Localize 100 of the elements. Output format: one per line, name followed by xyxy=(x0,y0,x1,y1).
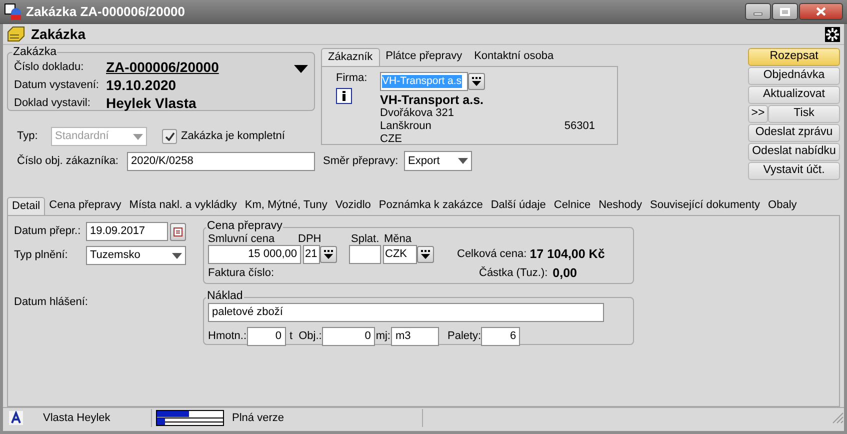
field-label: Datum hlášení: xyxy=(14,296,89,310)
caret-icon xyxy=(133,134,143,140)
action-button[interactable]: Rozepsat xyxy=(748,48,840,66)
maximize-button[interactable] xyxy=(772,3,798,20)
resize-grip-icon xyxy=(832,412,844,424)
tab[interactable]: Celnice xyxy=(550,197,595,214)
weight-field[interactable]: 0 xyxy=(246,326,286,346)
action-button[interactable]: Objednávka xyxy=(748,67,840,86)
field-label: Číslo dokladu: xyxy=(14,61,85,74)
field-label: Palety: xyxy=(447,330,482,343)
field-label: Firma: xyxy=(336,72,368,84)
action-button[interactable]: Odeslat nabídku xyxy=(748,143,840,162)
action-button[interactable]: Odeslat zprávu xyxy=(748,124,840,142)
document-number-link[interactable]: ZA-000006/20000 xyxy=(106,59,219,76)
tab[interactable]: Další údaje xyxy=(486,197,550,214)
action-button[interactable]: Tisk xyxy=(768,105,840,124)
complete-checkbox[interactable] xyxy=(162,129,177,144)
country: CZE xyxy=(380,133,403,146)
price-field[interactable]: 15 000,00 xyxy=(208,244,301,264)
postal-code: 56301 xyxy=(564,120,595,134)
field-label: Typ plnění: xyxy=(14,249,69,262)
status-icon xyxy=(9,411,23,426)
tab[interactable]: Detail xyxy=(7,197,46,216)
field-label: Obj.: xyxy=(298,330,322,343)
direction-select[interactable]: Export xyxy=(404,151,472,172)
group-legend: Cena přepravy xyxy=(206,221,284,233)
tab[interactable]: Kontaktní osoba xyxy=(468,48,560,66)
action-button[interactable]: Aktualizovat xyxy=(748,86,840,104)
field-label: Číslo obj. zákazníka: xyxy=(17,155,120,168)
tab[interactable]: Obaly xyxy=(764,197,801,214)
folder-icon xyxy=(7,26,25,42)
tab[interactable]: Km, Mýtné, Tuny xyxy=(240,197,332,214)
action-button[interactable]: Vystavit účt. xyxy=(748,162,840,180)
field-label: Typ: xyxy=(17,130,39,144)
check-icon xyxy=(164,132,174,142)
field-value: Heylek Vlasta xyxy=(106,95,196,112)
pallets-field[interactable]: 6 xyxy=(481,326,520,346)
tab[interactable]: Plátce přepravy xyxy=(380,48,468,66)
field-label: Smluvní cena xyxy=(208,232,276,245)
date-field[interactable]: 19.09.2017 xyxy=(86,222,168,242)
tab[interactable]: Vozidlo xyxy=(331,197,375,214)
field-label: Celková cena: xyxy=(457,248,527,261)
form-title: Zakázka xyxy=(31,26,86,43)
close-icon xyxy=(816,7,826,16)
total-value: 17 104,00 Kč xyxy=(530,246,605,262)
tab[interactable]: Poznámka k zakázce xyxy=(374,197,487,214)
unit-field[interactable]: m3 xyxy=(391,326,440,346)
field-label: Doklad vystavil: xyxy=(14,97,92,110)
license-meter-drawing xyxy=(156,410,224,426)
calendar-icon xyxy=(173,226,183,237)
group-legend: Zakázka xyxy=(12,47,58,59)
field-label: Datum vystavení: xyxy=(14,79,100,92)
tab[interactable]: Místa nakl. a vykládky xyxy=(125,197,241,214)
street-address: Dvořákova 321 xyxy=(380,107,454,120)
expand-button[interactable]: >> xyxy=(748,105,768,124)
close-button[interactable] xyxy=(799,3,843,20)
minimize-button[interactable] xyxy=(745,3,771,20)
dropdown-button[interactable] xyxy=(468,73,485,90)
maximize-icon xyxy=(780,8,790,16)
field-label: Faktura číslo: xyxy=(208,266,274,280)
calendar-button[interactable] xyxy=(170,222,186,241)
tab[interactable]: Související dokumenty xyxy=(646,197,764,214)
tab[interactable]: Zákazník xyxy=(321,48,380,66)
caret-icon xyxy=(172,252,182,259)
caret-icon xyxy=(458,158,468,164)
group-legend: Náklad xyxy=(206,291,244,303)
field-label: Zakázka je kompletní xyxy=(181,130,285,144)
domestic-amount: 0,00 xyxy=(552,266,578,281)
gear-icon[interactable] xyxy=(825,26,840,42)
caret-icon[interactable] xyxy=(294,64,308,73)
field-label: DPH xyxy=(298,232,322,245)
tab[interactable]: Cena přepravy xyxy=(45,197,126,214)
edition-label: Plná verze xyxy=(232,412,285,425)
caret-icon xyxy=(323,250,334,259)
due-field[interactable] xyxy=(349,244,381,264)
field-label: Hmotn.: xyxy=(208,330,247,343)
user-name: Vlasta Heylek xyxy=(43,412,112,425)
field-label: Měna xyxy=(384,232,412,245)
currency-field[interactable]: CZK xyxy=(383,244,417,264)
company-name: VH-Transport a.s. xyxy=(380,94,484,108)
field-label: Částka (Tuz.): xyxy=(479,266,548,280)
tab[interactable]: Neshody xyxy=(594,197,646,214)
field-label: Směr přepravy: xyxy=(323,154,400,168)
field-label: mj: xyxy=(376,330,390,343)
select-value: Standardní xyxy=(55,130,109,144)
customer-order-field[interactable]: 2020/K/0258 xyxy=(127,152,315,172)
select-value: Tuzemsko xyxy=(90,249,140,262)
caret-icon xyxy=(471,77,482,86)
vat-field[interactable]: 21 xyxy=(303,244,320,264)
volume-field[interactable]: 0 xyxy=(322,326,375,346)
caret-icon xyxy=(420,250,431,259)
window-title: Zakázka ZA-000006/20000 xyxy=(26,4,186,20)
dropdown-button[interactable] xyxy=(417,246,434,263)
fulfillment-select[interactable]: Tuzemsko xyxy=(86,246,186,266)
app-icon xyxy=(4,2,22,21)
select-value: Export xyxy=(408,154,440,168)
dropdown-button[interactable] xyxy=(320,246,337,263)
city: Lanškroun xyxy=(380,120,432,134)
field-label: Datum přepr.: xyxy=(14,225,82,238)
cargo-description-field[interactable]: paletové zboží xyxy=(208,302,604,322)
